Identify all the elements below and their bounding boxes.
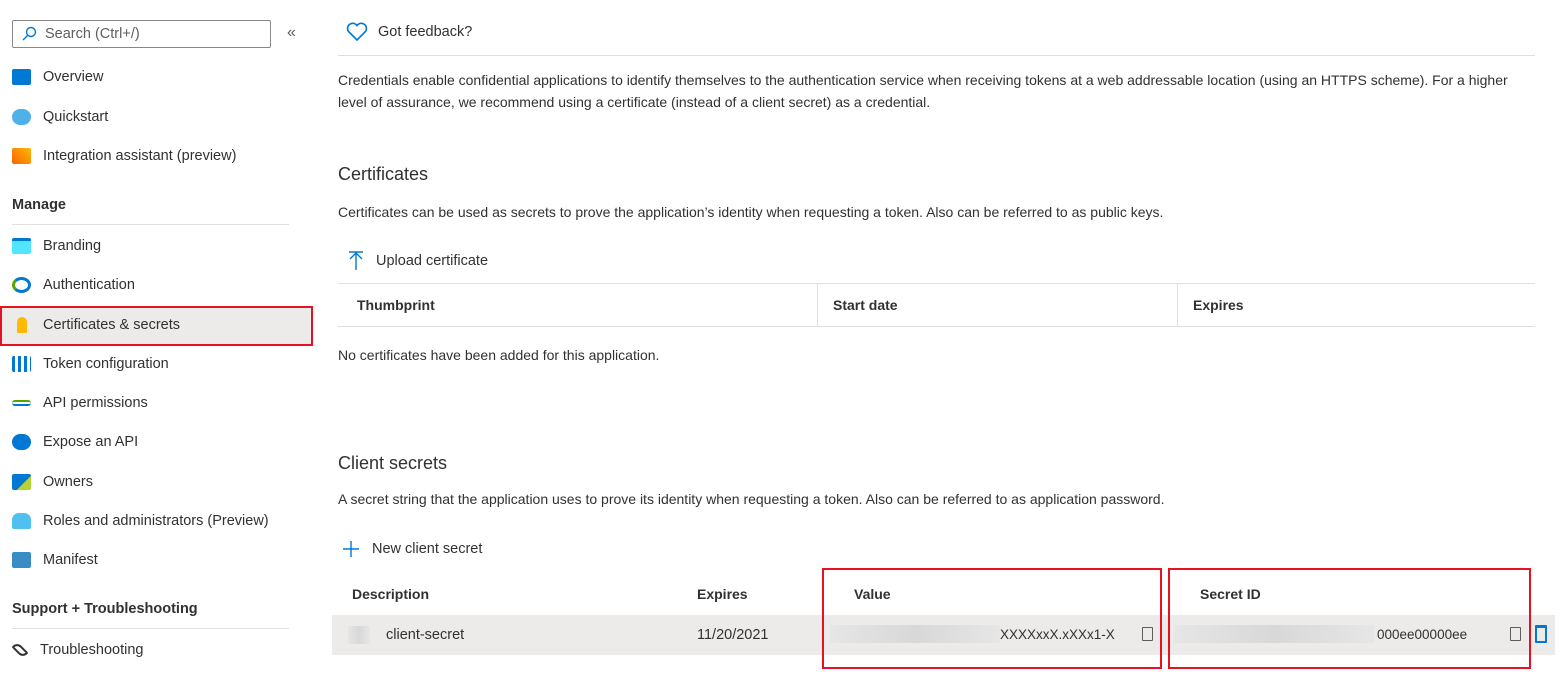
new-client-secret-label: New client secret bbox=[372, 541, 483, 557]
sidebar-item-label: Quickstart bbox=[43, 109, 109, 125]
upload-certificate-label: Upload certificate bbox=[376, 253, 489, 269]
search-placeholder: Search (Ctrl+/) bbox=[45, 26, 140, 42]
sidebar-item-label: Troubleshooting bbox=[40, 642, 144, 658]
sidebar-item-branding[interactable]: Branding bbox=[12, 227, 101, 265]
sidebar-item-expose-api[interactable]: Expose an API bbox=[12, 423, 138, 461]
sidebar-item-label: API permissions bbox=[43, 395, 148, 411]
divider bbox=[338, 326, 1535, 327]
column-header-thumbprint[interactable]: Thumbprint bbox=[357, 297, 435, 313]
sidebar-item-label: Overview bbox=[43, 69, 104, 85]
client-secrets-title: Client secrets bbox=[338, 453, 448, 473]
overview-icon bbox=[12, 69, 31, 85]
secret-description: client-secret bbox=[386, 627, 465, 643]
column-header-expires[interactable]: Expires bbox=[1193, 297, 1244, 313]
support-section-title: Support + Troubleshooting bbox=[12, 601, 198, 617]
quickstart-icon bbox=[12, 109, 31, 125]
value-highlight-box bbox=[822, 568, 1162, 669]
manifest-icon bbox=[12, 552, 31, 568]
certificates-description: Certificates can be used as secrets to p… bbox=[338, 204, 1164, 220]
sidebar-item-api-permissions[interactable]: API permissions bbox=[12, 384, 148, 422]
divider bbox=[12, 224, 289, 225]
column-divider bbox=[817, 284, 818, 326]
intro-text: Credentials enable confidential applicat… bbox=[338, 72, 1508, 110]
column-divider bbox=[1177, 284, 1178, 326]
plus-icon bbox=[343, 541, 359, 557]
rocket-icon bbox=[12, 148, 31, 164]
sidebar-item-troubleshooting[interactable]: Troubleshooting bbox=[11, 631, 144, 669]
divider bbox=[12, 628, 289, 629]
sidebar-item-quickstart[interactable]: Quickstart bbox=[12, 98, 108, 136]
sidebar-item-label: Branding bbox=[43, 238, 102, 254]
sidebar-item-label: Authentication bbox=[43, 277, 135, 293]
sidebar-item-integration-assistant[interactable]: Integration assistant (preview) bbox=[12, 137, 236, 175]
sidebar-item-label: Integration assistant (preview) bbox=[43, 148, 237, 164]
sidebar-item-owners[interactable]: Owners bbox=[12, 463, 93, 501]
sidebar-item-label: Expose an API bbox=[43, 434, 139, 450]
sidebar-item-authentication[interactable]: Authentication bbox=[12, 266, 135, 304]
collapse-sidebar-button[interactable]: « bbox=[287, 24, 296, 42]
client-secrets-description: A secret string that the application use… bbox=[338, 491, 1165, 507]
secret-expires: 11/20/2021 bbox=[697, 627, 769, 643]
sidebar-item-token-configuration[interactable]: Token configuration bbox=[12, 345, 169, 383]
column-header-start-date[interactable]: Start date bbox=[833, 297, 898, 313]
sidebar-item-roles[interactable]: Roles and administrators (Preview) bbox=[12, 502, 269, 540]
cloud-icon bbox=[12, 434, 31, 450]
search-icon bbox=[22, 26, 37, 41]
sidebar-item-label: Roles and administrators (Preview) bbox=[43, 513, 269, 529]
column-header-expires[interactable]: Expires bbox=[697, 586, 748, 602]
sidebar-item-manifest[interactable]: Manifest bbox=[12, 541, 98, 579]
divider bbox=[338, 283, 1535, 284]
heart-icon bbox=[346, 22, 368, 42]
upload-certificate-button[interactable]: Upload certificate bbox=[348, 251, 488, 271]
new-client-secret-button[interactable]: New client secret bbox=[342, 540, 482, 558]
token-icon bbox=[12, 356, 31, 372]
api-permissions-icon bbox=[12, 400, 31, 406]
sidebar-item-label: Owners bbox=[43, 474, 93, 490]
certificates-empty-message: No certificates have been added for this… bbox=[338, 347, 660, 363]
certificates-title: Certificates bbox=[338, 164, 429, 184]
sidebar-item-overview[interactable]: Overview bbox=[12, 58, 103, 96]
owners-icon bbox=[12, 474, 31, 490]
sidebar-item-certificates-secrets[interactable]: Certificates & secrets bbox=[12, 306, 180, 344]
search-input[interactable]: Search (Ctrl+/) bbox=[12, 20, 271, 48]
roles-icon bbox=[12, 513, 31, 529]
sidebar-item-label: Certificates & secrets bbox=[43, 317, 180, 333]
column-header-description[interactable]: Description bbox=[352, 586, 429, 602]
delete-icon[interactable] bbox=[1535, 625, 1547, 643]
upload-icon bbox=[349, 251, 363, 270]
secret-id-highlight-box bbox=[1168, 568, 1531, 669]
authentication-icon bbox=[12, 277, 31, 293]
sidebar-item-label: Manifest bbox=[43, 552, 98, 568]
wrench-icon bbox=[11, 641, 29, 659]
key-icon bbox=[17, 317, 27, 333]
divider bbox=[338, 55, 1535, 56]
feedback-label: Got feedback? bbox=[378, 24, 473, 40]
redacted-text bbox=[348, 626, 370, 644]
manage-section-title: Manage bbox=[12, 197, 66, 213]
branding-icon bbox=[12, 238, 31, 254]
sidebar-item-label: Token configuration bbox=[43, 356, 169, 372]
feedback-link[interactable]: Got feedback? bbox=[346, 22, 472, 42]
